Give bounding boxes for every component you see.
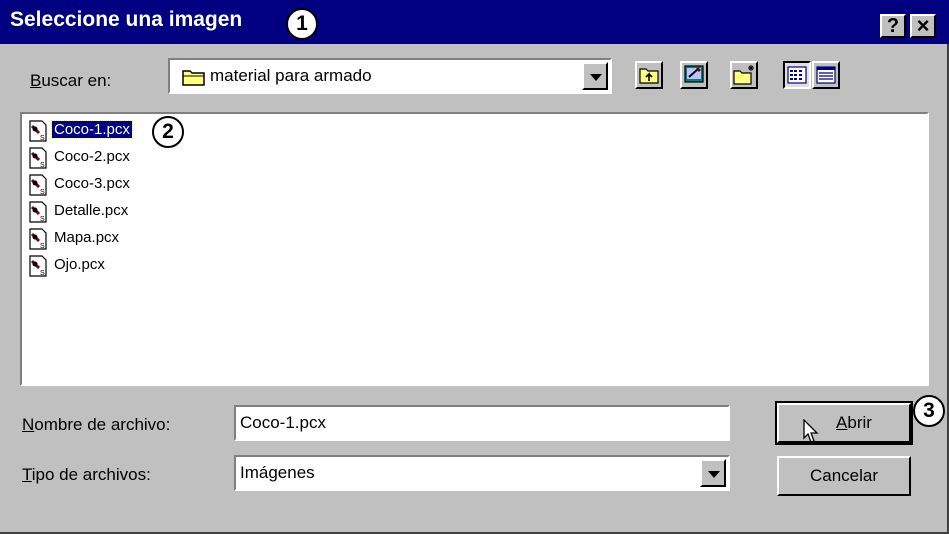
desktop-icon <box>684 65 704 83</box>
file-list[interactable]: S Coco-1.pcx S Coco-2.pcx S Coco-3.pcx S… <box>20 112 929 386</box>
file-name: Coco-2.pcx <box>54 148 130 165</box>
file-name: Coco-3.pcx <box>54 175 130 192</box>
filetype-label: Tipo de archivos: <box>22 465 151 485</box>
svg-text:S: S <box>40 162 45 169</box>
image-file-icon: S <box>29 201 47 223</box>
chevron-down-icon <box>708 471 720 478</box>
window-title: Seleccione una imagen <box>10 8 243 31</box>
open-button-label: Abrir <box>816 413 872 432</box>
callout-3: 3 <box>913 395 945 427</box>
list-view-button[interactable] <box>783 61 811 89</box>
title-bar[interactable]: Seleccione una imagen ? × <box>0 0 949 44</box>
look-in-value: material para armado <box>210 66 372 85</box>
image-file-icon: S <box>29 147 47 169</box>
file-name: Coco-1.pcx <box>51 120 133 139</box>
filename-label-text: ombre de archivo: <box>34 415 171 434</box>
up-one-level-button[interactable] <box>635 61 663 89</box>
folder-icon <box>182 70 205 86</box>
look-in-label-text: uscar en: <box>41 71 112 90</box>
callout-1: 1 <box>286 8 318 40</box>
svg-text:S: S <box>40 243 45 250</box>
list-item[interactable]: S Ojo.pcx <box>26 253 156 277</box>
chevron-down-icon <box>590 74 602 81</box>
filename-label: Nombre de archivo: <box>22 415 170 435</box>
details-view-icon <box>816 66 836 84</box>
look-in-label-accel: B <box>30 71 42 90</box>
new-folder-button[interactable] <box>730 61 758 89</box>
list-view-icon <box>787 66 807 84</box>
filetype-value: Imágenes <box>240 463 315 482</box>
callout-2: 2 <box>152 116 184 148</box>
details-view-button[interactable] <box>812 61 840 89</box>
filename-value: Coco-1.pcx <box>240 413 326 432</box>
image-file-icon: S <box>29 255 47 277</box>
look-in-dropdown-button[interactable] <box>582 62 608 90</box>
look-in-label: Buscar en: <box>30 71 111 91</box>
filetype-label-accel: T <box>22 465 32 484</box>
open-file-dialog: Seleccione una imagen ? × 1 Buscar en: m… <box>0 0 949 534</box>
image-file-icon: S <box>29 120 47 142</box>
filename-input[interactable]: Coco-1.pcx <box>234 405 730 441</box>
up-one-level-icon <box>639 68 659 84</box>
open-button-accel: A <box>836 413 848 432</box>
svg-text:S: S <box>40 270 45 277</box>
close-button[interactable]: × <box>910 14 936 38</box>
open-button-text: brir <box>847 413 872 432</box>
filetype-dropdown-button[interactable] <box>700 459 726 487</box>
desktop-button[interactable] <box>680 61 708 89</box>
list-item[interactable]: S Coco-3.pcx <box>26 172 156 196</box>
image-file-icon: S <box>29 228 47 250</box>
mouse-pointer-icon <box>803 419 819 443</box>
list-item[interactable]: S Coco-2.pcx <box>26 145 156 169</box>
help-button[interactable]: ? <box>880 14 906 38</box>
new-folder-icon <box>733 65 754 85</box>
filename-label-accel: N <box>22 415 35 434</box>
list-item[interactable]: S Mapa.pcx <box>26 226 156 250</box>
list-item[interactable]: S Detalle.pcx <box>26 199 156 223</box>
cancel-button[interactable]: Cancelar <box>777 456 911 496</box>
file-name: Ojo.pcx <box>54 256 105 273</box>
image-file-icon: S <box>29 174 47 196</box>
svg-text:S: S <box>40 135 45 142</box>
file-name: Detalle.pcx <box>54 202 129 219</box>
open-button[interactable]: Abrir <box>775 401 913 445</box>
svg-text:S: S <box>40 216 45 223</box>
list-item[interactable]: S Coco-1.pcx <box>26 118 156 142</box>
svg-text:S: S <box>40 189 45 196</box>
filetype-label-text: ipo de archivos: <box>31 465 151 484</box>
filetype-combo[interactable]: Imágenes <box>234 455 730 491</box>
look-in-combo[interactable]: material para armado <box>168 58 612 94</box>
file-name: Mapa.pcx <box>54 229 120 246</box>
